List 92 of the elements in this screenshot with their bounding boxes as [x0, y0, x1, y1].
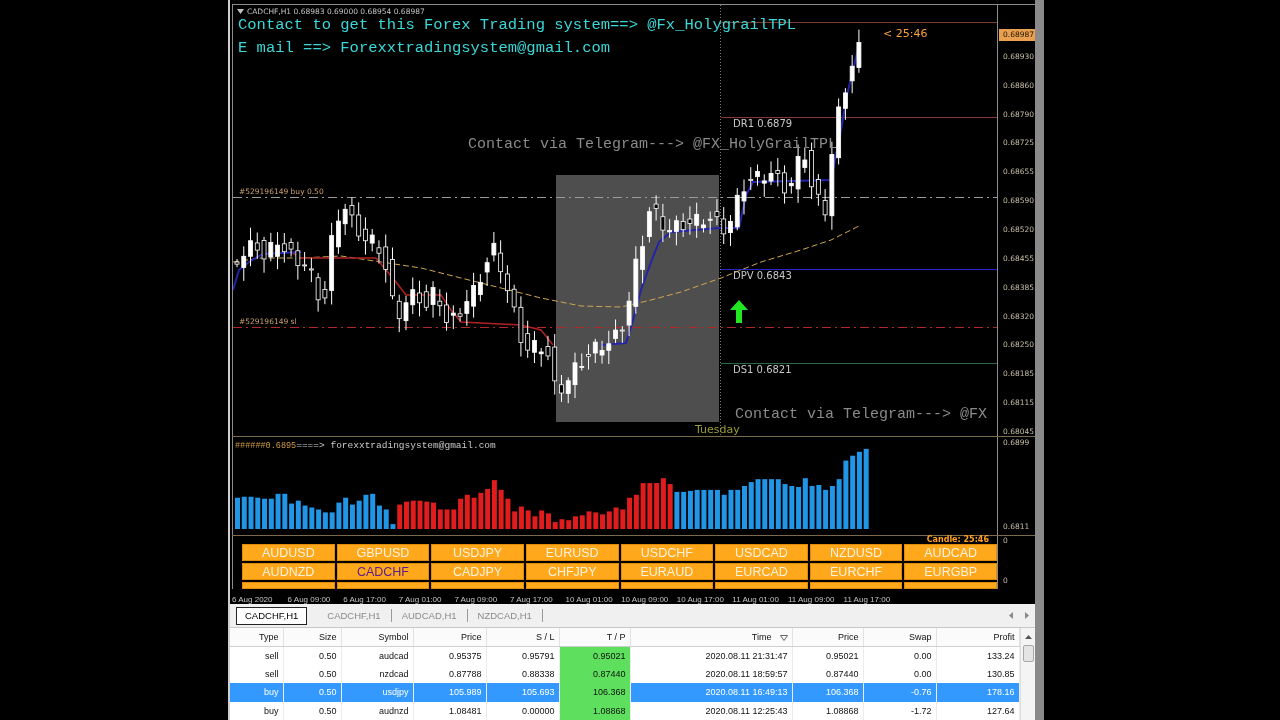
scroll-up-icon[interactable] [1024, 634, 1032, 639]
chart-tab[interactable]: NZDCAD,H1 [467, 609, 543, 622]
time-axis-label: 11 Aug 01:00 [732, 594, 779, 604]
chart-tab[interactable]: CADCHF,H1 [236, 606, 308, 625]
table-cell: 1.08481 [413, 701, 486, 720]
column-header[interactable]: Symbol [341, 628, 413, 647]
contact-note: Contact to get this Forex Trading system==> @Fx_HolygrailTPL [238, 16, 797, 34]
scrollbar-thumb[interactable] [1022, 645, 1034, 662]
table-cell: 0.95375 [413, 646, 486, 665]
table-cell: 0.50 [283, 646, 341, 665]
column-header[interactable]: Swap [863, 628, 936, 647]
chart-tab[interactable]: AUDCAD,H1 [391, 609, 468, 622]
time-axis-label: 10 Aug 09:00 [621, 594, 669, 604]
currency-button[interactable] [336, 582, 430, 589]
table-cell: audnzd [341, 701, 413, 720]
table-cell: 0.50 [283, 701, 341, 720]
currency-button[interactable]: AUDCAD [904, 544, 997, 561]
table-row[interactable]: buy 0.50 usdjpy 105.989 105.693 106.368 2020.08.11 16:49:13 106.368 -0.76 178.16 [230, 683, 1019, 702]
currency-button[interactable]: GBPUSD [336, 544, 430, 561]
table-cell: -0.76 [863, 683, 936, 702]
time-axis-label: 7 Aug 09:00 [454, 594, 498, 604]
table-cell: 106.368 [559, 683, 630, 702]
currency-button[interactable]: USDCAD [715, 544, 808, 561]
table-cell: usdjpy [341, 683, 413, 702]
table-cell: 178.16 [936, 683, 1019, 702]
time-axis-label: 11 Aug 17:00 [843, 594, 891, 604]
countdown-timer: < 25:46 [883, 27, 928, 40]
table-cell: 105.693 [486, 683, 559, 702]
indicator-label: ====> forexxtradingsystem@gmail.com [296, 440, 496, 451]
currency-button[interactable]: USDCHF [620, 544, 714, 561]
currency-button[interactable]: EURGBP [904, 563, 997, 580]
table-cell: 127.64 [936, 701, 1019, 720]
column-header[interactable]: Profit [936, 628, 1019, 647]
currency-button[interactable]: CHFJPY [525, 563, 619, 580]
pivot-level-label: DPV 0.6843 [733, 270, 792, 282]
table-cell: 2020.08.11 21:31:47 [630, 646, 792, 665]
pivot-level-label: DR1 0.6879 [733, 118, 793, 130]
column-header[interactable]: Type [230, 628, 283, 647]
table-cell: 0.00000 [486, 701, 559, 720]
table-cell: buy [230, 701, 283, 720]
currency-button[interactable]: USDJPY [431, 544, 524, 561]
contact-note: E mail ==> Forexxtradingsystem@gmail.com [238, 39, 611, 57]
table-cell: buy [230, 683, 283, 702]
column-header[interactable]: Price [413, 628, 486, 647]
currency-button[interactable]: EURCAD [715, 563, 808, 580]
table-cell: 0.00 [863, 646, 936, 665]
table-cell: 0.95021 [792, 646, 863, 665]
session-day-label: Tuesday [695, 423, 740, 436]
time-axis-label: 10 Aug 01:00 [565, 594, 613, 604]
currency-button[interactable] [620, 582, 714, 589]
currency-button[interactable]: EURUSD [525, 544, 619, 561]
table-cell: -1.72 [863, 701, 936, 720]
currency-button[interactable]: AUDUSD [242, 544, 335, 561]
table-cell: 106.368 [792, 683, 863, 702]
time-axis-label: 11 Aug 09:00 [787, 594, 835, 604]
time-axis-label: 7 Aug 17:00 [509, 594, 553, 604]
chart-tab[interactable]: CADCHF,H1 [317, 609, 392, 622]
pivot-level-label: DS1 0.6821 [733, 364, 792, 376]
table-cell: sell [230, 646, 283, 665]
currency-button[interactable]: AUDNZD [242, 563, 335, 580]
column-header[interactable]: S / L [486, 628, 559, 647]
watermark-text: Contact via Telegram---> @FX [735, 406, 988, 424]
table-cell: 0.50 [283, 683, 341, 702]
column-header[interactable]: Time [630, 628, 792, 647]
indicator-tag: ######0.6895 [235, 441, 297, 451]
currency-button[interactable]: EURAUD [620, 563, 714, 580]
candle-timer: Candle: 25:46 [926, 536, 989, 544]
column-header[interactable]: T / P [559, 628, 630, 647]
table-cell: audcad [341, 646, 413, 665]
table-cell: 105.989 [413, 683, 486, 702]
table-cell: 1.08868 [792, 701, 863, 720]
currency-button[interactable]: NZDUSD [809, 544, 903, 561]
watermark-text: Contact via Telegram---> @FX_HolyGrailTPL [468, 136, 838, 154]
time-axis-label: 7 Aug 01:00 [398, 594, 442, 604]
table-cell: 133.24 [936, 646, 1019, 665]
table-cell: 2020.08.11 16:49:13 [630, 683, 792, 702]
currency-button[interactable]: CADCHF [336, 563, 430, 580]
currency-button[interactable]: CADJPY [431, 563, 524, 580]
column-header[interactable]: Size [283, 628, 341, 647]
time-axis-label: 6 Aug 17:00 [343, 594, 386, 604]
currency-button[interactable]: EURCHF [809, 563, 903, 580]
currency-button[interactable] [809, 582, 903, 589]
table-cell: 0.95791 [486, 646, 559, 665]
time-axis-label: 10 Aug 17:00 [676, 594, 724, 604]
time-axis-label: 6 Aug 2020 [232, 594, 273, 604]
table-cell: 2020.08.11 12:25:43 [630, 701, 792, 720]
scroll-left-icon[interactable] [1009, 612, 1013, 619]
time-axis-label: 6 Aug 09:00 [287, 594, 331, 604]
up-arrow-icon [730, 300, 748, 323]
caret-icon[interactable] [237, 9, 244, 14]
scroll-right-icon[interactable] [1025, 612, 1029, 619]
column-header[interactable]: Price [792, 628, 863, 647]
